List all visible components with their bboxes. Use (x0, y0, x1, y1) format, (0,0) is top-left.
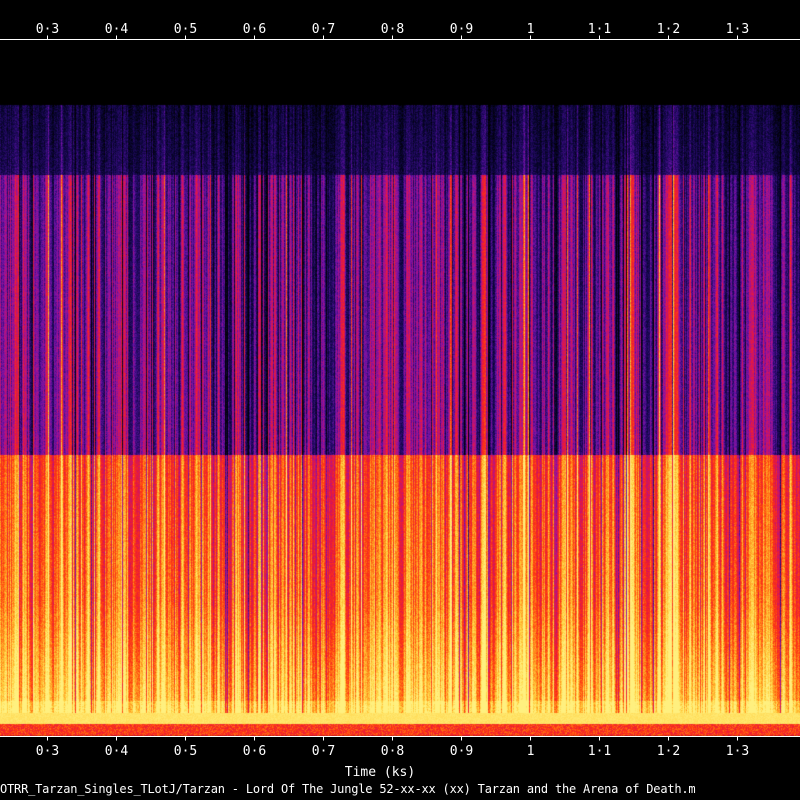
top-tick-label: 1 (527, 22, 535, 37)
bottom-tick-label: 0·3 (36, 744, 59, 759)
bottom-tick-label: 0·4 (105, 744, 129, 759)
bottom-tick-label: 1·2 (657, 744, 680, 759)
top-tick-label: 0·5 (174, 22, 197, 37)
top-tick-label: 0·9 (450, 22, 473, 37)
bottom-tick-label: 0·6 (243, 744, 266, 759)
file-name-caption: OTRR_Tarzan_Singles_TLotJ/Tarzan - Lord … (0, 782, 696, 796)
bottom-tick-label: 1 (527, 744, 535, 759)
spectrogram-chart: 0·3 0·4 0·5 0·6 0·7 0·8 0·9 1 1·1 1·2 1·3 1 0·3 0·4 0… (0, 0, 800, 800)
bottom-tick-label: 1·1 (588, 744, 611, 759)
axis-overlay: 0·3 0·4 0·5 0·6 0·7 0·8 0·9 1 1·1 1·2 1·3 1 0·3 0·4 0… (0, 22, 800, 759)
x-axis-label: Time (ks) (344, 765, 416, 780)
bottom-tick-label: 0·7 (312, 744, 335, 759)
bottom-tick-label: 0·5 (174, 744, 197, 759)
top-tick-label: 0·3 (36, 22, 59, 37)
top-tick-label: 0·8 (381, 22, 404, 37)
bottom-tick-label: 0·8 (381, 744, 404, 759)
top-tick-label: 0·7 (312, 22, 335, 37)
top-tick-label: 0·4 (105, 22, 129, 37)
top-tick-group: 0·30·40·50·60·70·80·911·11·21·31 (36, 22, 749, 40)
top-tick-label: 0·6 (243, 22, 266, 37)
bottom-tick-group: 0·30·40·50·60·70·80·911·11·21·31 (36, 736, 749, 759)
top-tick-label: 1·2 (657, 22, 680, 37)
bottom-tick-label: 1·3 (726, 744, 749, 759)
top-tick-label: 1·3 (726, 22, 749, 37)
bottom-tick-label: 0·9 (450, 744, 473, 759)
top-tick-label: 1·1 (588, 22, 611, 37)
